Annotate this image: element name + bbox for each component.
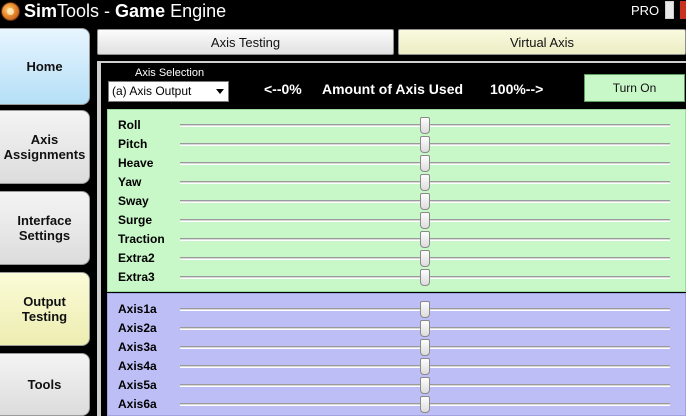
game-axis-slider-row: Yaw [108, 173, 686, 192]
game-axis-slider-label: Surge [118, 213, 153, 227]
output-axis-slider-label: Axis1a [118, 302, 157, 316]
simtools-logo-icon [1, 2, 20, 21]
tab-virtual-axis[interactable]: Virtual Axis [398, 29, 686, 55]
game-axis-slider-row: Pitch [108, 135, 686, 154]
game-axis-slider-thumb[interactable] [420, 193, 430, 210]
game-axis-slider-thumb[interactable] [420, 231, 430, 248]
output-axis-slider-thumb[interactable] [420, 339, 430, 356]
close-window-button[interactable] [680, 1, 686, 19]
game-axis-slider-thumb[interactable] [420, 117, 430, 134]
amount-of-axis-used-title: Amount of Axis Used [322, 81, 464, 97]
output-axis-slider-row: Axis3a [108, 338, 686, 357]
output-axis-slider-label: Axis4a [118, 359, 157, 373]
game-axis-slider-thumb[interactable] [420, 174, 430, 191]
output-axis-slider-row: Axis4a [108, 357, 686, 376]
min-percent-label: <--0% [264, 81, 302, 97]
output-axis-slider-label: Axis2a [118, 321, 157, 335]
output-axis-slider-thumb[interactable] [420, 396, 430, 413]
game-axis-slider-row: Traction [108, 230, 686, 249]
edition-label: PRO [631, 3, 660, 18]
game-axis-slider-row: Extra2 [108, 249, 686, 268]
output-axis-slider-row: Axis1a [108, 300, 686, 319]
axis-selection-dropdown[interactable]: (a) Axis Output [108, 81, 229, 102]
turn-on-button[interactable]: Turn On [584, 74, 685, 102]
window-title: SimTools - Game Engine [24, 1, 227, 21]
tab-axis-testing[interactable]: Axis Testing [97, 29, 394, 55]
sidebar-item-tools[interactable]: Tools [0, 353, 90, 416]
output-axis-slider-row: Axis2a [108, 319, 686, 338]
output-axis-slider-label: Axis6a [118, 397, 157, 411]
chevron-down-icon [216, 89, 224, 94]
title-bar: SimTools - Game Engine PRO [0, 0, 686, 24]
game-axis-slider-row: Sway [108, 192, 686, 211]
game-axis-slider-row: Roll [108, 116, 686, 135]
output-axis-slider-label: Axis5a [118, 378, 157, 392]
game-axis-slider-row: Surge [108, 211, 686, 230]
max-percent-label: 100%--> [490, 81, 544, 97]
axis-selection-value: (a) Axis Output [112, 84, 192, 98]
output-axis-slider-thumb[interactable] [420, 358, 430, 375]
game-axis-slider-row: Heave [108, 154, 686, 173]
sidebar-item-output-testing[interactable]: Output Testing [0, 272, 90, 346]
game-axis-slider-thumb[interactable] [420, 155, 430, 172]
output-axis-slider-label: Axis3a [118, 340, 157, 354]
output-axis-slider-group: Axis1a Axis2a Axis3a Axis4a Axis5a Axis6a [107, 293, 686, 416]
axis-selection-label: Axis Selection [135, 67, 205, 79]
window-control-button[interactable] [665, 1, 674, 19]
output-axis-slider-thumb[interactable] [420, 301, 430, 318]
sidebar-item-home[interactable]: Home [0, 28, 90, 105]
game-axis-slider-label: Extra2 [118, 251, 155, 265]
game-axis-slider-thumb[interactable] [420, 136, 430, 153]
game-axis-slider-label: Extra3 [118, 270, 155, 284]
game-axis-slider-row: Extra3 [108, 268, 686, 287]
game-axis-slider-thumb[interactable] [420, 212, 430, 229]
game-axis-slider-group: Roll Pitch Heave Yaw Sway Surge Traction Extra2… [107, 109, 686, 292]
game-axis-slider-label: Roll [118, 118, 141, 132]
game-axis-slider-label: Heave [118, 156, 154, 170]
output-axis-slider-thumb[interactable] [420, 320, 430, 337]
output-axis-slider-thumb[interactable] [420, 377, 430, 394]
game-axis-slider-thumb[interactable] [420, 250, 430, 267]
output-axis-slider-row: Axis5a [108, 376, 686, 395]
sidebar-item-axis-assignments[interactable]: Axis Assignments [0, 110, 90, 184]
game-axis-slider-label: Sway [118, 194, 149, 208]
game-axis-slider-label: Yaw [118, 175, 142, 189]
output-axis-slider-row: Axis6a [108, 395, 686, 414]
game-axis-slider-label: Pitch [118, 137, 148, 151]
sidebar-item-interface-settings[interactable]: Interface Settings [0, 191, 90, 265]
game-axis-slider-thumb[interactable] [420, 269, 430, 286]
game-axis-slider-label: Traction [118, 232, 165, 246]
